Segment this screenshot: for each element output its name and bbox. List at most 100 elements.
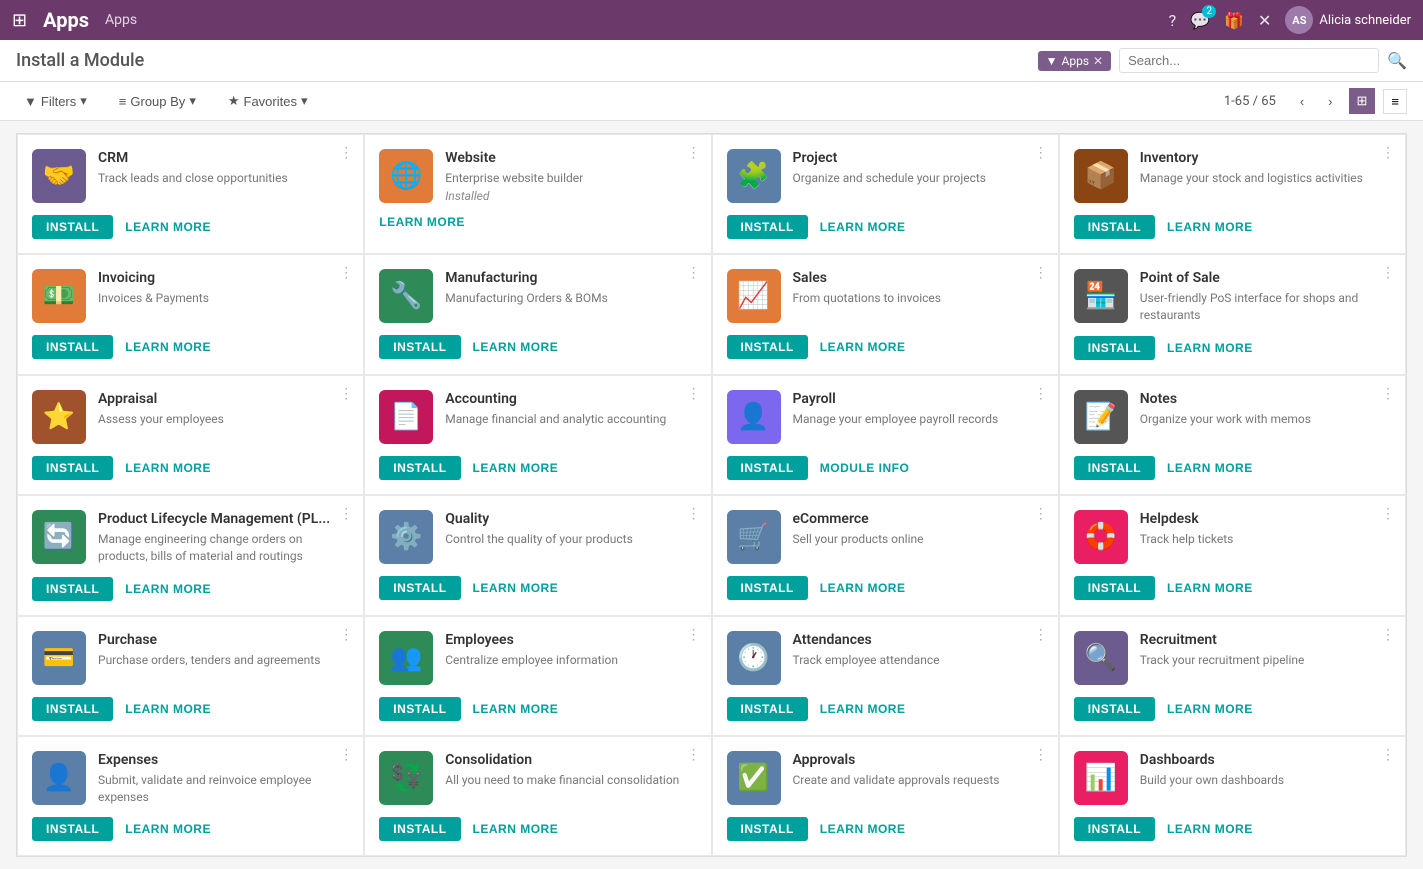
learn-more-button[interactable]: LEARN MORE bbox=[125, 702, 211, 716]
app-info: Website Enterprise website builder Insta… bbox=[445, 149, 696, 203]
help-icon[interactable]: ? bbox=[1169, 11, 1177, 30]
app-card: 👥 Employees Centralize employee informat… bbox=[364, 616, 711, 736]
install-button[interactable]: INSTALL bbox=[1074, 697, 1155, 721]
app-description: Manufacturing Orders & BOMs bbox=[445, 290, 696, 307]
install-button[interactable]: INSTALL bbox=[727, 335, 808, 359]
learn-more-button[interactable]: LEARN MORE bbox=[820, 702, 906, 716]
install-button[interactable]: INSTALL bbox=[1074, 576, 1155, 600]
install-button[interactable]: INSTALL bbox=[32, 577, 113, 601]
search-button[interactable]: 🔍 bbox=[1387, 51, 1407, 71]
learn-more-button[interactable]: LEARN MORE bbox=[125, 340, 211, 354]
install-button[interactable]: INSTALL bbox=[379, 817, 460, 841]
learn-more-button[interactable]: LEARN MORE bbox=[473, 340, 559, 354]
install-button[interactable]: INSTALL bbox=[1074, 817, 1155, 841]
app-description: Submit, validate and reinvoice employee … bbox=[98, 772, 349, 806]
install-button[interactable]: INSTALL bbox=[32, 215, 113, 239]
app-icon: ⚙️ bbox=[379, 510, 433, 564]
more-options-icon[interactable]: ⋮ bbox=[339, 386, 353, 402]
install-button[interactable]: INSTALL bbox=[379, 456, 460, 480]
learn-more-button[interactable]: LEARN MORE bbox=[1167, 702, 1253, 716]
module-info-button[interactable]: MODULE INFO bbox=[820, 461, 910, 475]
learn-more-button[interactable]: LEARN MORE bbox=[473, 581, 559, 595]
learn-more-button[interactable]: LEARN MORE bbox=[1167, 220, 1253, 234]
install-button[interactable]: INSTALL bbox=[1074, 336, 1155, 360]
more-options-icon[interactable]: ⋮ bbox=[687, 627, 701, 643]
install-button[interactable]: INSTALL bbox=[32, 697, 113, 721]
learn-more-button[interactable]: LEARN MORE bbox=[820, 581, 906, 595]
install-button[interactable]: INSTALL bbox=[379, 335, 460, 359]
more-options-icon[interactable]: ⋮ bbox=[339, 506, 353, 522]
more-options-icon[interactable]: ⋮ bbox=[1381, 747, 1395, 763]
learn-more-button[interactable]: LEARN MORE bbox=[1167, 461, 1253, 475]
list-view-button[interactable]: ≡ bbox=[1383, 89, 1407, 114]
install-button[interactable]: INSTALL bbox=[727, 576, 808, 600]
search-tag-close[interactable]: ✕ bbox=[1093, 54, 1103, 68]
more-options-icon[interactable]: ⋮ bbox=[1381, 265, 1395, 281]
messaging-icon[interactable]: 💬 2 bbox=[1190, 11, 1210, 30]
install-button[interactable]: INSTALL bbox=[1074, 215, 1155, 239]
more-options-icon[interactable]: ⋮ bbox=[687, 145, 701, 161]
install-button[interactable]: INSTALL bbox=[32, 456, 113, 480]
learn-more-button[interactable]: LEARN MORE bbox=[379, 215, 465, 229]
more-options-icon[interactable]: ⋮ bbox=[1381, 627, 1395, 643]
learn-more-button[interactable]: LEARN MORE bbox=[1167, 341, 1253, 355]
install-button[interactable]: INSTALL bbox=[379, 576, 460, 600]
gift-icon[interactable]: 🎁 bbox=[1224, 11, 1244, 30]
grid-menu-icon[interactable]: ⊞ bbox=[12, 10, 27, 31]
install-button[interactable]: INSTALL bbox=[727, 697, 808, 721]
more-options-icon[interactable]: ⋮ bbox=[687, 747, 701, 763]
filters-button[interactable]: ▼ Filters ▾ bbox=[16, 89, 95, 113]
learn-more-button[interactable]: LEARN MORE bbox=[820, 822, 906, 836]
install-button[interactable]: INSTALL bbox=[727, 456, 808, 480]
install-button[interactable]: INSTALL bbox=[379, 697, 460, 721]
more-options-icon[interactable]: ⋮ bbox=[339, 747, 353, 763]
learn-more-button[interactable]: LEARN MORE bbox=[125, 822, 211, 836]
grid-view-button[interactable]: ⊞ bbox=[1349, 88, 1376, 114]
more-options-icon[interactable]: ⋮ bbox=[1034, 265, 1048, 281]
group-by-label: Group By bbox=[130, 94, 185, 109]
app-card-actions: INSTALL LEARN MORE bbox=[379, 335, 696, 359]
settings-icon[interactable]: ✕ bbox=[1258, 11, 1271, 30]
learn-more-button[interactable]: LEARN MORE bbox=[473, 822, 559, 836]
learn-more-button[interactable]: LEARN MORE bbox=[125, 582, 211, 596]
more-options-icon[interactable]: ⋮ bbox=[1034, 145, 1048, 161]
more-options-icon[interactable]: ⋮ bbox=[687, 386, 701, 402]
more-options-icon[interactable]: ⋮ bbox=[687, 265, 701, 281]
more-options-icon[interactable]: ⋮ bbox=[1381, 386, 1395, 402]
user-menu[interactable]: AS Alicia schneider bbox=[1285, 6, 1411, 34]
install-button[interactable]: INSTALL bbox=[727, 215, 808, 239]
install-button[interactable]: INSTALL bbox=[727, 817, 808, 841]
more-options-icon[interactable]: ⋮ bbox=[1381, 506, 1395, 522]
app-name: Appraisal bbox=[98, 390, 349, 408]
learn-more-button[interactable]: LEARN MORE bbox=[820, 340, 906, 354]
learn-more-button[interactable]: LEARN MORE bbox=[125, 220, 211, 234]
learn-more-button[interactable]: LEARN MORE bbox=[473, 461, 559, 475]
app-description: Track leads and close opportunities bbox=[98, 170, 349, 187]
more-options-icon[interactable]: ⋮ bbox=[339, 145, 353, 161]
more-options-icon[interactable]: ⋮ bbox=[339, 627, 353, 643]
more-options-icon[interactable]: ⋮ bbox=[1034, 627, 1048, 643]
install-button[interactable]: INSTALL bbox=[1074, 456, 1155, 480]
app-icon: 👤 bbox=[32, 751, 86, 805]
learn-more-button[interactable]: LEARN MORE bbox=[473, 702, 559, 716]
more-options-icon[interactable]: ⋮ bbox=[1381, 145, 1395, 161]
learn-more-button[interactable]: LEARN MORE bbox=[1167, 581, 1253, 595]
pagination-next[interactable]: › bbox=[1320, 90, 1340, 113]
more-options-icon[interactable]: ⋮ bbox=[687, 506, 701, 522]
install-button[interactable]: INSTALL bbox=[32, 335, 113, 359]
learn-more-button[interactable]: LEARN MORE bbox=[125, 461, 211, 475]
learn-more-button[interactable]: LEARN MORE bbox=[1167, 822, 1253, 836]
app-card-actions: INSTALL LEARN MORE bbox=[727, 335, 1044, 359]
install-button[interactable]: INSTALL bbox=[32, 817, 113, 841]
more-options-icon[interactable]: ⋮ bbox=[339, 265, 353, 281]
more-options-icon[interactable]: ⋮ bbox=[1034, 506, 1048, 522]
learn-more-button[interactable]: LEARN MORE bbox=[820, 220, 906, 234]
more-options-icon[interactable]: ⋮ bbox=[1034, 747, 1048, 763]
group-by-button[interactable]: ≡ Group By ▾ bbox=[111, 89, 204, 113]
pagination-prev[interactable]: ‹ bbox=[1292, 90, 1312, 113]
more-options-icon[interactable]: ⋮ bbox=[1034, 386, 1048, 402]
app-name: Attendances bbox=[793, 631, 1044, 649]
search-input[interactable] bbox=[1119, 48, 1379, 73]
search-tag[interactable]: ▼ Apps ✕ bbox=[1038, 51, 1111, 71]
favorites-button[interactable]: ★ Favorites ▾ bbox=[220, 89, 316, 113]
